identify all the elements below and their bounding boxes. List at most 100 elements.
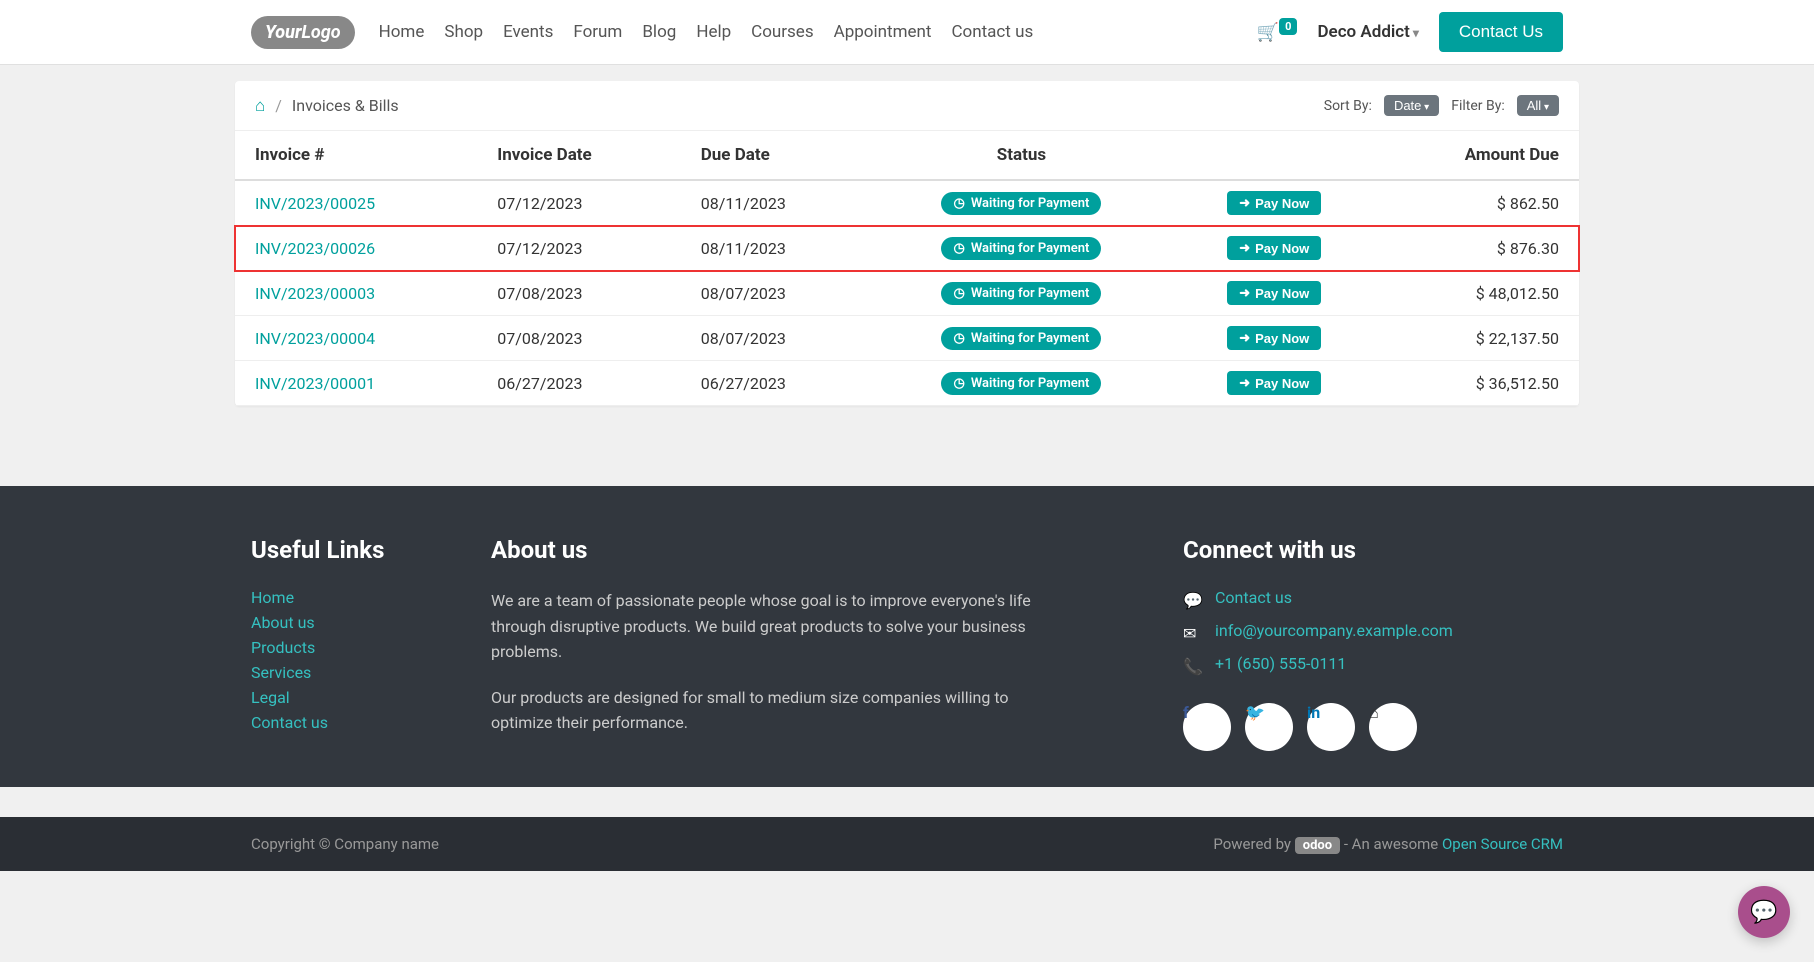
cart-button[interactable]: 🛒0	[1257, 22, 1298, 43]
logo[interactable]: YourLogo	[251, 16, 355, 49]
table-row: INV/2023/00003 07/08/202308/07/2023 ◷Waiti…	[235, 271, 1579, 316]
pay-now-button[interactable]: ➜Pay Now	[1227, 326, 1321, 350]
clock-icon: ◷	[953, 286, 964, 301]
clock-icon: ◷	[953, 376, 964, 391]
amount-due: $ 48,012.50	[1376, 271, 1579, 316]
home-social-icon[interactable]: ⌂	[1369, 703, 1417, 751]
invoice-date: 07/08/2023	[477, 316, 680, 361]
about-title: About us	[491, 536, 1031, 564]
nav-link-blog[interactable]: Blog	[642, 22, 676, 42]
chat-icon: 💬	[1183, 591, 1203, 610]
powered-by: Powered by odoo - An awesome Open Source…	[1213, 835, 1563, 853]
due-date: 08/07/2023	[681, 316, 870, 361]
table-row: INV/2023/0000106/27/202306/27/2023◷Waiti…	[235, 361, 1579, 406]
footer-link-services[interactable]: Services	[251, 663, 451, 682]
status-badge: ◷Waiting for Payment	[941, 237, 1101, 260]
about-text-1: We are a team of passionate people whose…	[491, 588, 1031, 665]
due-date: 08/07/2023	[681, 271, 870, 316]
pay-now-button[interactable]: ➜Pay Now	[1227, 191, 1321, 215]
odoo-badge[interactable]: odoo	[1295, 837, 1340, 854]
footer-link-about-us[interactable]: About us	[251, 613, 451, 632]
invoice-link[interactable]: INV/2023/00001	[255, 374, 375, 393]
status-badge: ◷Waiting for Payment	[941, 282, 1101, 305]
column-header	[1173, 131, 1376, 180]
column-header: Status	[870, 131, 1173, 180]
arrow-icon: ➜	[1239, 240, 1250, 256]
nav-link-events[interactable]: Events	[503, 22, 553, 42]
footer-link-legal[interactable]: Legal	[251, 688, 451, 707]
footer-email-link[interactable]: info@yourcompany.example.com	[1215, 621, 1453, 640]
due-date: 08/11/2023	[681, 180, 870, 226]
invoice-date: 06/27/2023	[477, 361, 680, 406]
user-dropdown[interactable]: Deco Addict	[1317, 22, 1418, 42]
connect-title: Connect with us	[1183, 536, 1563, 564]
nav-link-contact-us[interactable]: Contact us	[951, 22, 1033, 42]
sort-by-dropdown[interactable]: Date	[1384, 95, 1439, 116]
nav-link-shop[interactable]: Shop	[444, 22, 483, 42]
chat-bubble-icon: 💬	[1750, 900, 1777, 925]
footer-phone-link[interactable]: +1 (650) 555-0111	[1215, 654, 1346, 673]
invoice-link[interactable]: INV/2023/00004	[255, 329, 375, 348]
nav-link-forum[interactable]: Forum	[573, 22, 622, 42]
table-row: INV/2023/00025 07/12/202308/11/2023 ◷Waiti…	[235, 180, 1579, 226]
phone-icon: 📞	[1183, 657, 1203, 676]
envelope-icon: ✉	[1183, 624, 1203, 643]
contact-us-button[interactable]: Contact Us	[1439, 12, 1563, 52]
due-date: 08/11/2023	[681, 226, 870, 271]
crm-link[interactable]: Open Source CRM	[1442, 835, 1563, 853]
sort-by-label: Sort By:	[1324, 98, 1372, 114]
due-date: 06/27/2023	[681, 361, 870, 406]
nav-link-home[interactable]: Home	[379, 22, 425, 42]
table-row: INV/2023/00026 07/12/202308/11/2023 ◷Waiti…	[235, 226, 1579, 271]
amount-due: $ 36,512.50	[1376, 361, 1579, 406]
arrow-icon: ➜	[1239, 195, 1250, 211]
pay-now-button[interactable]: ➜Pay Now	[1227, 281, 1321, 305]
amount-due: $ 22,137.50	[1376, 316, 1579, 361]
pay-now-button[interactable]: ➜Pay Now	[1227, 371, 1321, 395]
breadcrumb-current: Invoices & Bills	[292, 96, 399, 115]
cart-badge: 0	[1279, 18, 1297, 35]
footer-link-products[interactable]: Products	[251, 638, 451, 657]
column-header: Invoice #	[235, 131, 477, 180]
amount-due: $ 876.30	[1376, 226, 1579, 271]
invoice-date: 07/12/2023	[477, 226, 680, 271]
clock-icon: ◷	[953, 196, 964, 211]
arrow-icon: ➜	[1239, 285, 1250, 301]
pay-now-button[interactable]: ➜Pay Now	[1227, 236, 1321, 260]
twitter-icon[interactable]: 🐦	[1245, 703, 1293, 751]
useful-links-title: Useful Links	[251, 536, 451, 564]
status-badge: ◷Waiting for Payment	[941, 192, 1101, 215]
arrow-icon: ➜	[1239, 375, 1250, 391]
home-icon[interactable]: ⌂	[255, 96, 265, 116]
nav-link-help[interactable]: Help	[696, 22, 731, 42]
column-header: Amount Due	[1376, 131, 1579, 180]
filter-by-dropdown[interactable]: All	[1517, 95, 1559, 116]
filter-by-label: Filter By:	[1451, 98, 1505, 114]
arrow-icon: ➜	[1239, 330, 1250, 346]
invoice-date: 07/12/2023	[477, 180, 680, 226]
facebook-icon[interactable]: f	[1183, 703, 1231, 751]
invoice-link[interactable]: INV/2023/00026	[255, 239, 375, 258]
status-badge: ◷Waiting for Payment	[941, 327, 1101, 350]
table-row: INV/2023/00004 07/08/202308/07/2023 ◷Waiti…	[235, 316, 1579, 361]
footer-link-home[interactable]: Home	[251, 588, 451, 607]
invoice-link[interactable]: INV/2023/00003	[255, 284, 375, 303]
nav-link-courses[interactable]: Courses	[751, 22, 813, 42]
clock-icon: ◷	[953, 241, 964, 256]
cart-icon: 🛒	[1257, 22, 1279, 43]
chat-bubble-button[interactable]: 💬	[1738, 886, 1790, 938]
breadcrumb: ⌂ / Invoices & Bills	[255, 96, 399, 116]
column-header: Due Date	[681, 131, 870, 180]
linkedin-icon[interactable]: in	[1307, 703, 1355, 751]
copyright: Copyright © Company name	[251, 835, 439, 853]
footer-contact-link[interactable]: Contact us	[1215, 588, 1292, 607]
about-text-2: Our products are designed for small to m…	[491, 685, 1031, 736]
navbar: YourLogo Home Shop Events Forum Blog Help Cour…	[0, 0, 1814, 65]
nav-link-appointment[interactable]: Appointment	[834, 22, 932, 42]
invoice-link[interactable]: INV/2023/00025	[255, 194, 375, 213]
nav-links: Home Shop Events Forum Blog Help Courses Appoin…	[379, 22, 1034, 42]
footer: Useful Links Home About us Products Service…	[0, 486, 1814, 787]
footer-link-contact-us[interactable]: Contact us	[251, 713, 451, 732]
clock-icon: ◷	[953, 331, 964, 346]
invoice-date: 07/08/2023	[477, 271, 680, 316]
